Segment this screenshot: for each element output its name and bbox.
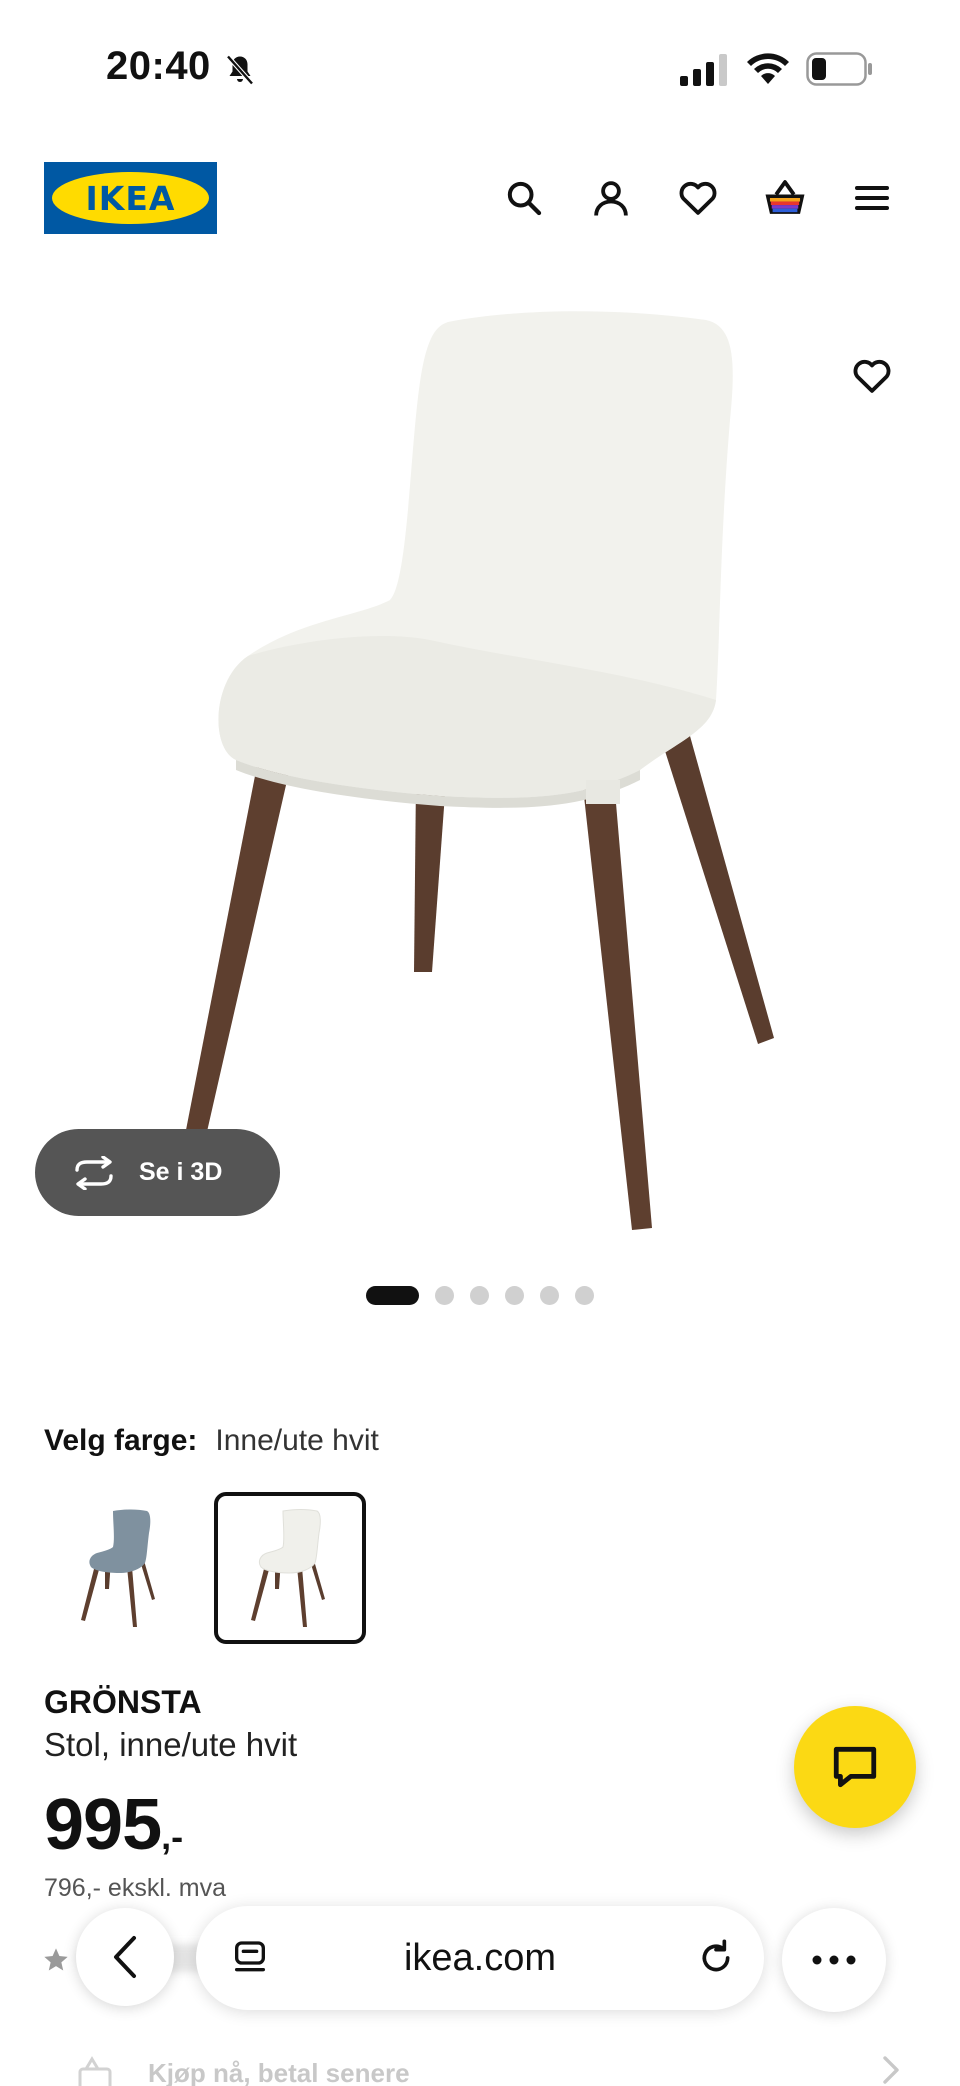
color-option-white[interactable] (214, 1492, 366, 1644)
browser-url[interactable]: ikea.com (196, 1906, 764, 2010)
color-option-blue-grey[interactable] (44, 1492, 196, 1644)
signal-icon (680, 54, 727, 86)
battery-icon (806, 52, 872, 86)
ikea-logo[interactable]: IKEA (44, 162, 217, 234)
basket-icon[interactable] (759, 172, 811, 224)
color-value: Inne/ute hvit (215, 1424, 379, 1457)
product-name: GRÖNSTA (44, 1684, 202, 1720)
gallery-dot[interactable] (505, 1285, 524, 1305)
gallery-dot[interactable] (435, 1285, 454, 1305)
wifi-icon (747, 53, 789, 84)
chevron-right-icon (880, 2054, 902, 2086)
product-price: 995 ,- (44, 1784, 183, 1866)
color-label: Velg farge: (44, 1424, 198, 1457)
browser-more-button[interactable] (782, 1908, 886, 2012)
price-ex-vat: 796,- ekskl. mva (44, 1874, 227, 1902)
payment-icon (78, 2055, 112, 2086)
status-bar: 20:40 (0, 0, 960, 130)
chevron-left-icon (114, 1936, 136, 1978)
product-image[interactable] (0, 280, 960, 1270)
rotate-3d-icon (75, 1155, 113, 1190)
heart-icon[interactable] (672, 172, 724, 224)
color-selector-heading: Velg farge: Inne/ute hvit (44, 1424, 379, 1458)
gallery-dot[interactable] (575, 1285, 594, 1305)
rating-star-icon (44, 1948, 68, 1971)
bell-muted-icon (226, 55, 254, 85)
buy-now-pay-later-row[interactable]: Kjøp nå, betal senere (76, 2054, 902, 2086)
add-to-favorites-icon[interactable] (842, 346, 902, 406)
product-description: Stol, inne/ute hvit (44, 1726, 298, 1763)
gallery-dot[interactable] (540, 1285, 559, 1305)
more-icon (812, 1955, 856, 1965)
price-suffix: ,- (161, 1816, 184, 1857)
reload-icon[interactable] (696, 1938, 736, 1978)
chat-icon (833, 1746, 877, 1788)
view-in-3d-label: Se i 3D (139, 1158, 223, 1186)
search-icon[interactable] (498, 172, 550, 224)
chat-button[interactable] (794, 1706, 916, 1828)
status-time: 20:40 (106, 44, 211, 88)
view-in-3d-button[interactable]: Se i 3D (35, 1129, 280, 1216)
gallery-dot[interactable] (470, 1285, 489, 1305)
account-icon[interactable] (585, 172, 637, 224)
gallery-dot[interactable] (366, 1285, 419, 1305)
browser-back-button[interactable] (76, 1908, 174, 2006)
menu-icon[interactable] (846, 172, 898, 224)
gallery-pagination[interactable] (366, 1285, 594, 1305)
price-value: 995 (44, 1785, 162, 1865)
browser-address-bar[interactable]: ikea.com (196, 1906, 764, 2010)
buy-now-pay-later-label: Kjøp nå, betal senere (148, 2058, 410, 2086)
